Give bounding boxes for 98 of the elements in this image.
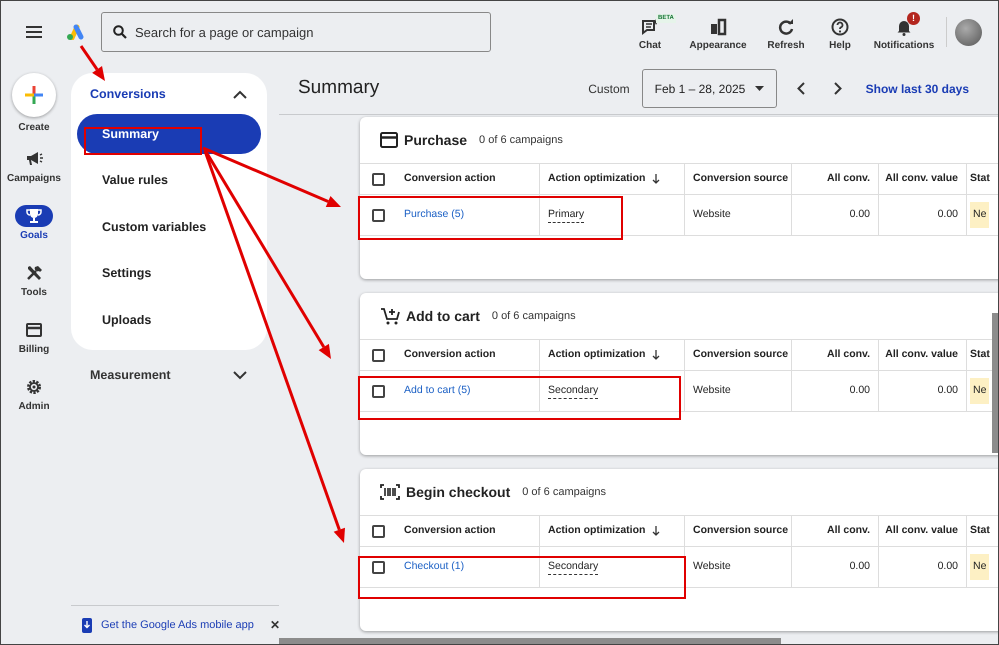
conversion-action-link[interactable]: Purchase (5): [404, 207, 464, 223]
column-header[interactable]: Conversion action: [404, 347, 496, 363]
avatar[interactable]: [955, 18, 982, 46]
refresh-button[interactable]: Refresh: [760, 12, 812, 52]
table-cell-text: 0.00: [850, 383, 870, 398]
rail-item[interactable]: Campaigns: [7, 148, 61, 192]
checkbox[interactable]: [372, 560, 384, 574]
search-icon: [113, 25, 127, 39]
sort-arrow-icon[interactable]: [652, 174, 660, 184]
column-header[interactable]: Stat: [970, 523, 990, 539]
mobile-app-link[interactable]: Get the Google Ads mobile app: [101, 616, 254, 634]
horizontal-scrollbar[interactable]: [279, 638, 781, 644]
rail-item[interactable]: Tools: [15, 262, 53, 306]
nav-item[interactable]: Custom variables: [77, 207, 261, 247]
refresh-icon: [777, 18, 795, 36]
column-header[interactable]: Stat: [970, 171, 990, 187]
column-header[interactable]: Conversion source: [693, 171, 788, 187]
card-title: Begin checkout: [406, 482, 510, 502]
column-header[interactable]: Action optimization: [548, 347, 646, 363]
date-range-picker[interactable]: Feb 1 – 28, 2025: [642, 69, 777, 108]
layout-icon: [709, 18, 727, 36]
optimization-value[interactable]: Primary: [548, 206, 584, 224]
vertical-scrollbar[interactable]: [992, 313, 998, 453]
campaign-count: 0 of 6 campaigns: [479, 132, 563, 148]
status-badge: Ne: [970, 202, 990, 228]
rail-item[interactable]: Billing: [15, 319, 53, 363]
rail-item[interactable]: Admin: [15, 376, 53, 420]
conversion-action-link[interactable]: Add to cart (5): [404, 383, 471, 399]
column-header[interactable]: Action optimization: [548, 171, 646, 187]
rail-item[interactable]: Goals: [15, 205, 53, 249]
column-header[interactable]: All conv.: [827, 171, 870, 187]
table-cell-text: Website: [693, 559, 731, 574]
column-header[interactable]: All conv. value: [885, 171, 958, 187]
chat-icon: [641, 18, 659, 36]
collapse-icon: [233, 90, 247, 98]
date-range-label: Custom: [588, 80, 630, 98]
logo-icon: [66, 24, 84, 40]
table-cell-text: Website: [693, 383, 731, 398]
column-header[interactable]: Conversion action: [404, 171, 496, 187]
optimization-value[interactable]: Secondary: [548, 382, 598, 400]
column-header[interactable]: All conv. value: [885, 347, 958, 363]
search-field[interactable]: Search for a page or campaign: [101, 12, 491, 52]
column-header[interactable]: All conv.: [827, 523, 870, 539]
table-cell-text: 0.00: [938, 383, 958, 398]
show-last-30-days-link[interactable]: Show last 30 days: [866, 80, 969, 98]
card-icon: [380, 132, 398, 148]
create-button[interactable]: Create: [12, 73, 56, 135]
sort-arrow-icon[interactable]: [652, 350, 660, 360]
nav-item[interactable]: Settings: [77, 254, 261, 294]
dropdown-icon: [754, 86, 764, 91]
nav-item[interactable]: Value rules: [77, 160, 261, 200]
nav-section-header[interactable]: Measurement: [71, 356, 267, 396]
checkbox[interactable]: [372, 348, 384, 362]
campaign-count: 0 of 6 campaigns: [492, 308, 576, 324]
column-header[interactable]: All conv. value: [885, 523, 958, 539]
column-header[interactable]: Conversion action: [404, 523, 496, 539]
help-button[interactable]: Help: [818, 12, 862, 52]
plus-icon: [12, 73, 56, 117]
table-cell-text: 0.00: [850, 559, 870, 574]
status-badge: Ne: [970, 554, 990, 580]
chevron-left-icon: [796, 82, 805, 95]
nav-item[interactable]: Summary: [77, 114, 261, 154]
trophy-icon: [15, 205, 53, 227]
status-badge: Ne: [970, 378, 990, 404]
expand-icon: [233, 371, 247, 380]
phone-icon: [81, 616, 93, 634]
table-cell-text: 0.00: [850, 207, 870, 222]
table-cell-text: 0.00: [938, 559, 958, 574]
close-button[interactable]: ✕: [270, 616, 280, 634]
menu-icon[interactable]: [26, 26, 42, 38]
column-header[interactable]: Conversion source: [693, 523, 788, 539]
chevron-right-icon: [834, 82, 842, 95]
annotation-arrow: [80, 45, 105, 81]
checkbox[interactable]: [372, 384, 384, 398]
column-header[interactable]: Action optimization: [548, 523, 646, 539]
column-header[interactable]: Stat: [970, 347, 990, 363]
cart-icon: [380, 307, 400, 325]
optimization-value[interactable]: Secondary: [548, 558, 598, 576]
nav-item[interactable]: Uploads: [77, 300, 261, 340]
column-header[interactable]: All conv.: [827, 347, 870, 363]
bell-button[interactable]: Notifications !: [868, 12, 940, 52]
card-title: Purchase: [404, 130, 468, 150]
card-title: Add to cart: [406, 306, 480, 326]
checkbox[interactable]: [372, 524, 384, 538]
layout-button[interactable]: Appearance: [682, 12, 754, 52]
help-icon: [831, 18, 849, 36]
checkbox[interactable]: [372, 208, 384, 222]
nav-section-header[interactable]: Conversions: [71, 74, 267, 114]
page-title: Summary: [298, 76, 380, 100]
conversion-action-link[interactable]: Checkout (1): [404, 559, 464, 575]
table-cell-text: Website: [693, 207, 731, 222]
barcode-icon: [380, 484, 400, 500]
table-cell-text: 0.00: [938, 207, 958, 222]
alert-badge: !: [907, 12, 920, 24]
column-header[interactable]: Conversion source: [693, 347, 788, 363]
sort-arrow-icon[interactable]: [652, 526, 660, 536]
checkbox[interactable]: [372, 172, 384, 186]
campaign-count: 0 of 6 campaigns: [522, 484, 606, 500]
